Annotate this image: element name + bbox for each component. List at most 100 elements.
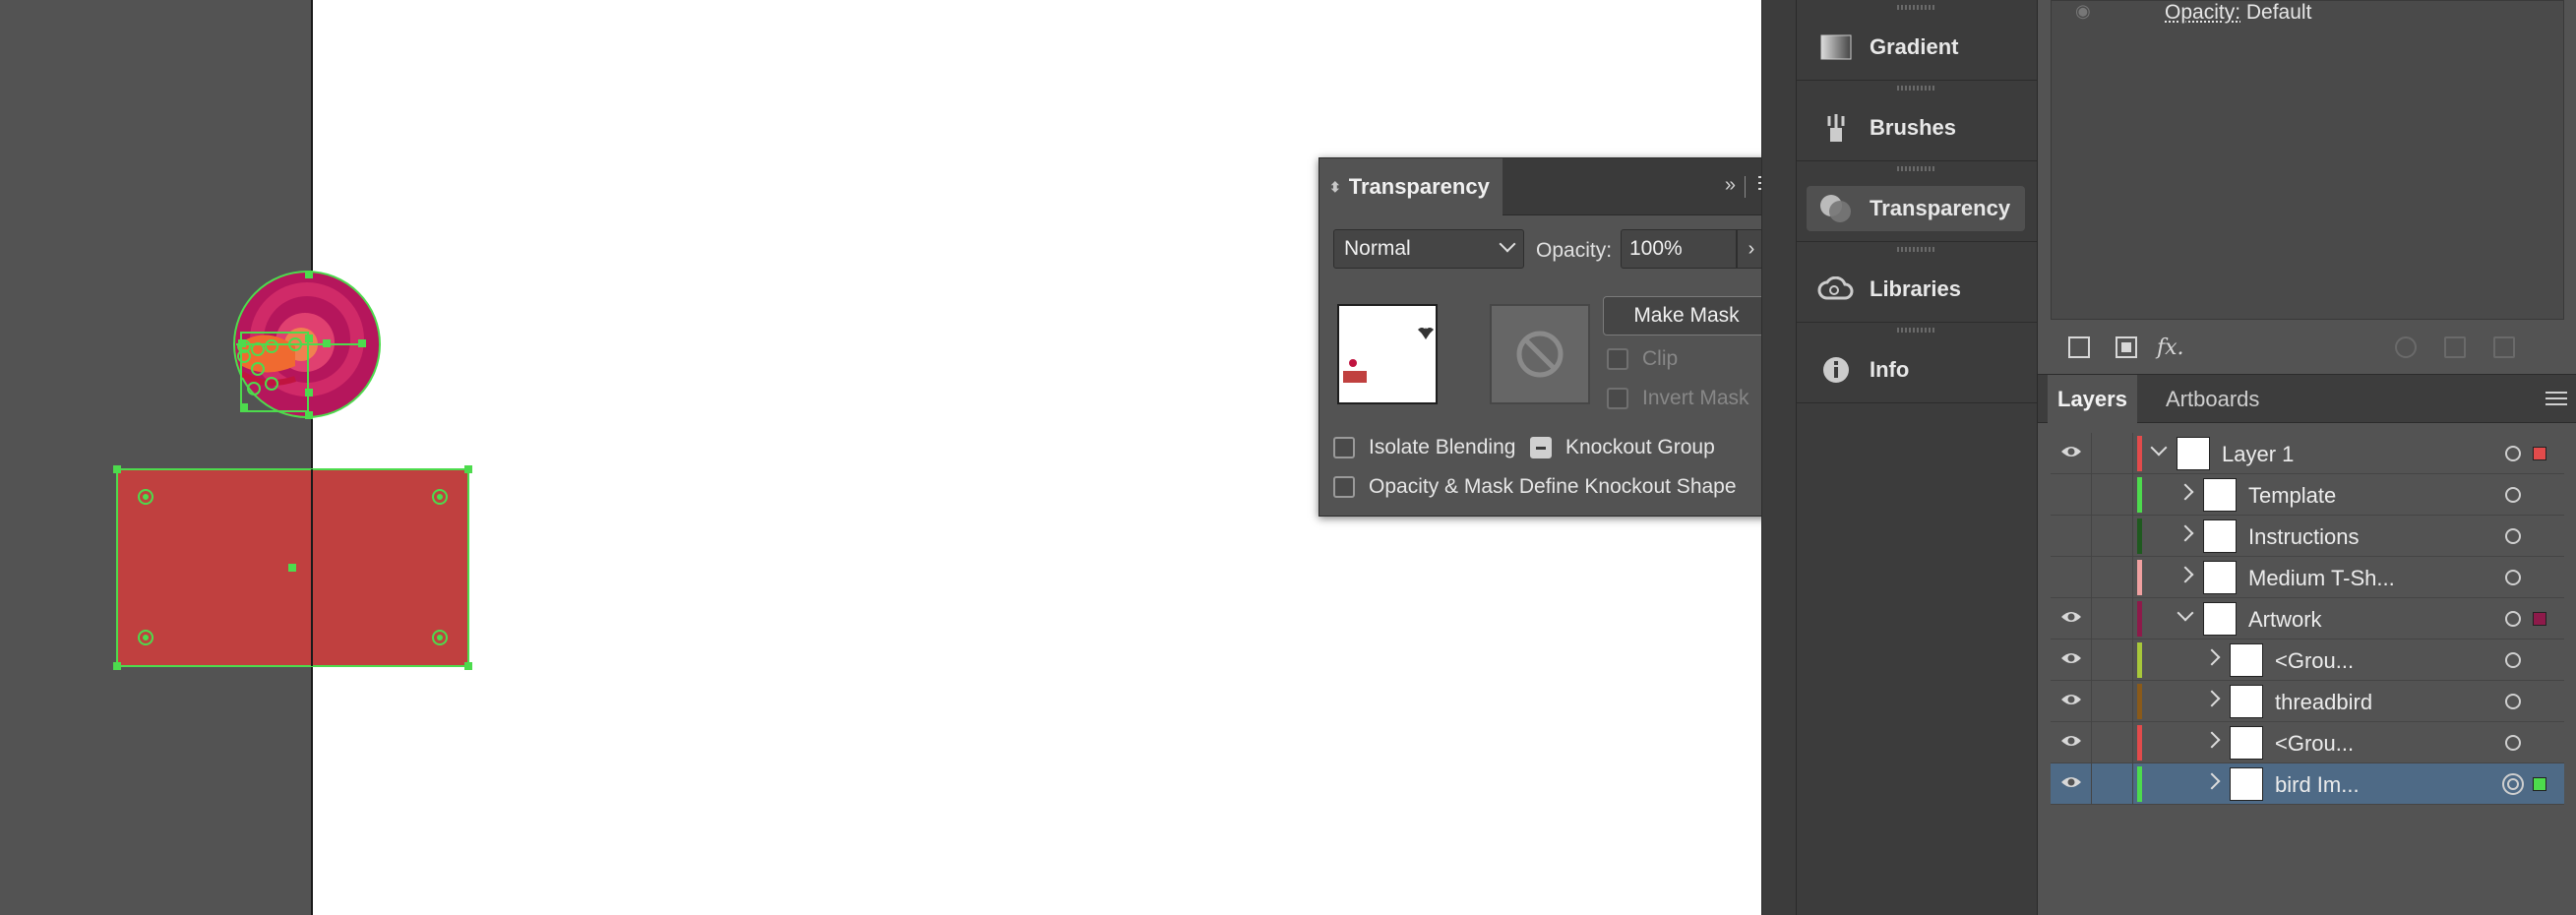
dock-grip[interactable] bbox=[1797, 161, 2037, 175]
layers-list[interactable]: Layer 1 Template Instructions Medium T-Sh..… bbox=[2051, 433, 2564, 805]
target-icon[interactable] bbox=[2505, 487, 2521, 503]
knockout-group-checkbox-box[interactable] bbox=[1530, 437, 1552, 458]
layer-name[interactable]: bird Im... bbox=[2275, 772, 2360, 798]
dock-item-info[interactable]: Info bbox=[1797, 336, 2037, 403]
eye-icon[interactable] bbox=[2060, 734, 2082, 753]
layer-name[interactable]: Instructions bbox=[2248, 524, 2360, 550]
clear-appearance-icon[interactable] bbox=[2395, 336, 2417, 358]
lock-toggle[interactable] bbox=[2092, 598, 2133, 640]
layer-name[interactable]: threadbird bbox=[2275, 690, 2372, 715]
clip-checkbox-box[interactable] bbox=[1607, 348, 1628, 370]
layer-name[interactable]: <Grou... bbox=[2275, 731, 2354, 757]
duplicate-item-icon[interactable] bbox=[2444, 336, 2466, 358]
lock-toggle[interactable] bbox=[2092, 640, 2133, 681]
dock-grip[interactable] bbox=[1797, 81, 2037, 94]
visibility-toggle[interactable] bbox=[2051, 722, 2092, 763]
lock-toggle[interactable] bbox=[2092, 557, 2133, 598]
layer-row[interactable]: Artwork bbox=[2051, 598, 2564, 640]
chevron-right-icon[interactable] bbox=[2203, 690, 2221, 707]
invert-mask-checkbox[interactable]: Invert Mask bbox=[1607, 387, 1749, 410]
target-icon[interactable] bbox=[2505, 446, 2521, 461]
lock-toggle[interactable] bbox=[2092, 474, 2133, 516]
layer-name[interactable]: Layer 1 bbox=[2222, 442, 2294, 467]
layer-row[interactable]: Medium T-Sh... bbox=[2051, 557, 2564, 598]
chevron-down-icon[interactable] bbox=[2177, 604, 2194, 622]
right-panel-column[interactable]: ◉ Opacity: Default fx. Layers Artboards … bbox=[2037, 0, 2576, 915]
make-mask-button[interactable]: Make Mask bbox=[1603, 296, 1770, 336]
dock-item-libraries[interactable]: Libraries bbox=[1797, 256, 2037, 323]
layer-row[interactable]: bird Im... bbox=[2051, 763, 2564, 805]
chevron-right-icon[interactable] bbox=[2177, 524, 2194, 542]
fx-icon[interactable]: fx. bbox=[2157, 336, 2184, 360]
opacity-mask-thumbnail[interactable] bbox=[1490, 304, 1590, 404]
tab-layers[interactable]: Layers bbox=[2048, 375, 2137, 424]
visibility-toggle[interactable] bbox=[2051, 598, 2092, 640]
target-icon[interactable] bbox=[2502, 773, 2524, 795]
spiral-artwork[interactable] bbox=[233, 271, 381, 419]
dock-item-transparency[interactable]: Transparency bbox=[1797, 175, 2037, 242]
layer-row[interactable]: Template bbox=[2051, 474, 2564, 516]
layer-name[interactable]: Medium T-Sh... bbox=[2248, 566, 2395, 591]
layer-row[interactable]: Instructions bbox=[2051, 516, 2564, 557]
eye-icon[interactable] bbox=[2060, 651, 2082, 670]
panel-menu-icon[interactable] bbox=[2545, 392, 2567, 409]
layer-row[interactable]: Layer 1 bbox=[2051, 433, 2564, 474]
object-thumbnail[interactable] bbox=[1337, 304, 1438, 404]
chevron-right-icon[interactable] bbox=[2203, 648, 2221, 666]
dock-grip[interactable] bbox=[1797, 242, 2037, 256]
dock-item-brushes[interactable]: Brushes bbox=[1797, 94, 2037, 161]
clip-checkbox[interactable]: Clip bbox=[1607, 347, 1678, 371]
appearance-opacity-key[interactable]: Opacity: bbox=[2165, 1, 2240, 24]
appearance-opacity-row[interactable]: Opacity: Default bbox=[2165, 1, 2311, 25]
lock-toggle[interactable] bbox=[2092, 763, 2133, 805]
visibility-toggle[interactable] bbox=[2051, 640, 2092, 681]
target-icon[interactable] bbox=[2505, 694, 2521, 709]
layer-row[interactable]: <Grou... bbox=[2051, 640, 2564, 681]
visibility-toggle[interactable] bbox=[2051, 516, 2092, 557]
tab-artboards[interactable]: Artboards bbox=[2156, 375, 2269, 424]
chevron-right-icon[interactable] bbox=[2177, 483, 2194, 501]
lock-toggle[interactable] bbox=[2092, 722, 2133, 763]
lock-toggle[interactable] bbox=[2092, 433, 2133, 474]
opacity-mask-knockout-checkbox-box[interactable] bbox=[1333, 476, 1355, 498]
chevron-right-icon[interactable] bbox=[2177, 566, 2194, 583]
isolate-blending-checkbox-box[interactable] bbox=[1333, 437, 1355, 458]
selected-artwork[interactable] bbox=[0, 0, 551, 708]
selection-indicator[interactable] bbox=[2533, 447, 2546, 460]
transparency-panel[interactable]: ⬍ Transparency » Normal Opacity: 100% › … bbox=[1319, 157, 1791, 517]
collapse-panel-icon[interactable]: » bbox=[1725, 174, 1736, 197]
lock-toggle[interactable] bbox=[2092, 516, 2133, 557]
eye-icon[interactable] bbox=[2060, 445, 2082, 463]
dock-item-gradient[interactable]: Gradient bbox=[1797, 14, 2037, 81]
layer-row[interactable]: <Grou... bbox=[2051, 722, 2564, 763]
isolate-blending-checkbox[interactable]: Isolate Blending bbox=[1333, 436, 1515, 459]
eye-icon[interactable]: ◉ bbox=[2075, 1, 2091, 22]
layer-row[interactable]: threadbird bbox=[2051, 681, 2564, 722]
selection-indicator[interactable] bbox=[2533, 777, 2546, 791]
visibility-toggle[interactable] bbox=[2051, 681, 2092, 722]
layer-name[interactable]: Template bbox=[2248, 483, 2336, 509]
target-icon[interactable] bbox=[2505, 528, 2521, 544]
chevron-right-icon[interactable] bbox=[2203, 731, 2221, 749]
eye-icon[interactable] bbox=[2060, 610, 2082, 629]
dock-grip[interactable] bbox=[1797, 0, 2037, 14]
selection-indicator[interactable] bbox=[2533, 612, 2546, 626]
blend-mode-select[interactable]: Normal bbox=[1333, 229, 1524, 269]
opacity-mask-knockout-checkbox[interactable]: Opacity & Mask Define Knockout Shape bbox=[1333, 475, 1737, 499]
add-stroke-icon[interactable] bbox=[2068, 336, 2090, 358]
transparency-panel-header[interactable]: ⬍ Transparency » bbox=[1319, 158, 1790, 215]
visibility-toggle[interactable] bbox=[2051, 763, 2092, 805]
visibility-toggle[interactable] bbox=[2051, 433, 2092, 474]
dock-grip[interactable] bbox=[1797, 323, 2037, 336]
knockout-group-checkbox[interactable]: Knockout Group bbox=[1530, 436, 1715, 459]
opacity-input[interactable]: 100% bbox=[1621, 229, 1737, 269]
chevron-right-icon[interactable] bbox=[2203, 772, 2221, 790]
layer-name[interactable]: <Grou... bbox=[2275, 648, 2354, 674]
panel-dock[interactable]: Gradient Brushes Transparency Libraries bbox=[1796, 0, 2037, 915]
tab-transparency[interactable]: ⬍ Transparency bbox=[1319, 158, 1503, 215]
trash-icon[interactable] bbox=[2493, 336, 2515, 358]
eye-icon[interactable] bbox=[2060, 775, 2082, 794]
lock-toggle[interactable] bbox=[2092, 681, 2133, 722]
chevron-down-icon[interactable] bbox=[2150, 439, 2168, 457]
panel-options-toggle-icon[interactable]: ⬍ bbox=[1329, 179, 1341, 196]
